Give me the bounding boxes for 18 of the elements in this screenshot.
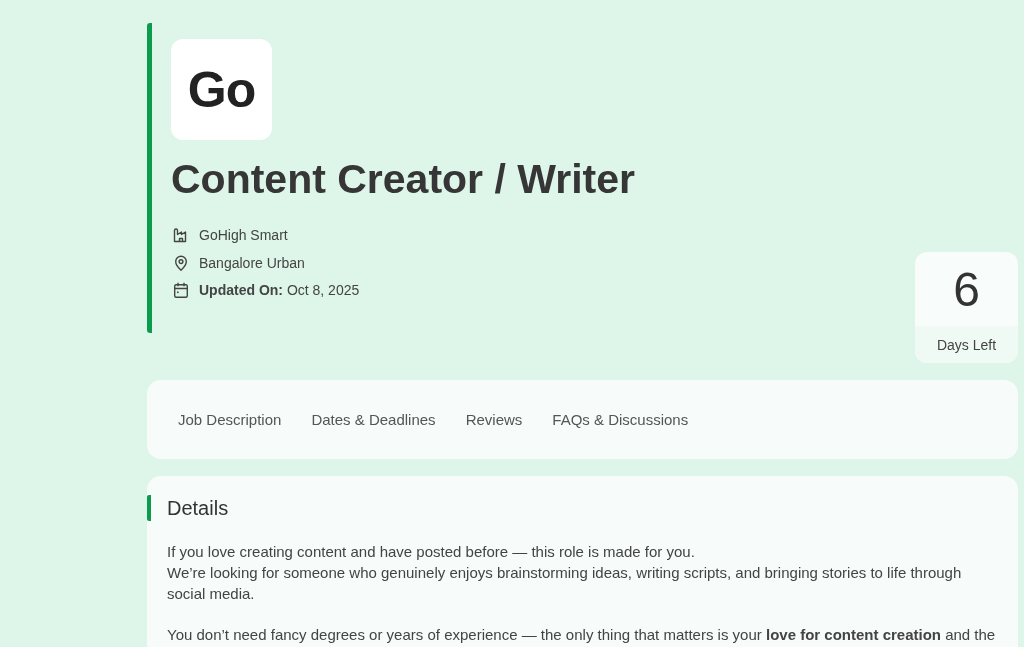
days-left-label: Days Left — [915, 326, 1018, 363]
company-logo: Go — [171, 39, 272, 140]
body-text: If you love creating content and have posted before — this role is made for you. — [167, 542, 696, 562]
calendar-icon — [173, 282, 189, 298]
job-title: Content Creator / Writer — [171, 155, 635, 203]
location-text: Bangalore Urban — [199, 253, 305, 273]
tab[interactable]: FAQs & Discussions — [552, 409, 689, 430]
tab[interactable]: Dates & Deadlines — [311, 409, 436, 430]
company-name: GoHigh Smart — [199, 226, 288, 245]
building-icon — [173, 227, 189, 243]
section-heading: Details — [147, 495, 1018, 521]
map-pin-icon — [173, 254, 189, 271]
body-text: We’re looking for someone who genuinely enjoys brainstorming ideas, writing scripts, and bringing stories to life through social media. — [167, 563, 963, 604]
days-left-count: 6 — [952, 261, 981, 318]
body-text: You don’t need fancy degrees or years of experience — the only thing that matters is your love for content creation and the — [167, 625, 997, 645]
tab[interactable]: Job Description — [178, 409, 282, 430]
tab[interactable]: Reviews — [465, 409, 523, 430]
updated-date: Updated On: Oct 8, 2025 — [199, 281, 360, 300]
